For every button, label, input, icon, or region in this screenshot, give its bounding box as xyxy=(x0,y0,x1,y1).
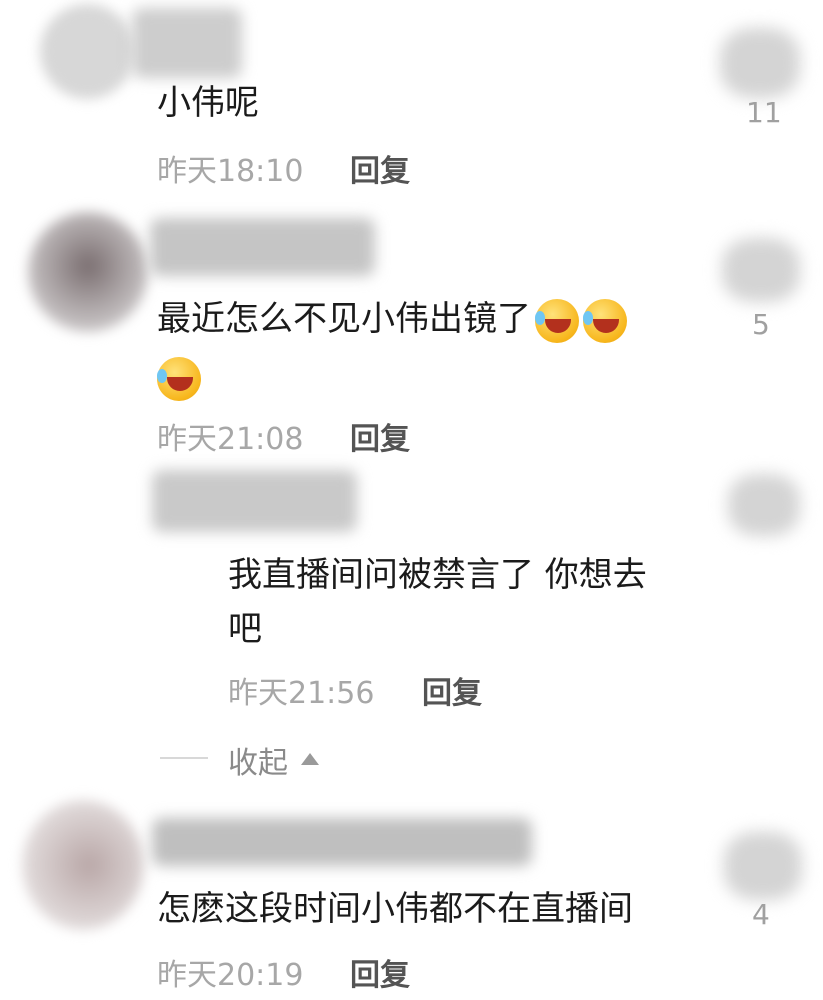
reply-button[interactable]: 回复 xyxy=(350,414,410,458)
reply-text-line2: 吧 xyxy=(228,609,262,649)
laugh-cry-emoji-icon xyxy=(583,298,627,343)
reply-time: 昨天21:56 xyxy=(228,676,375,711)
comment-time: 昨天20:19 xyxy=(157,958,304,993)
comment-time: 昨天21:08 xyxy=(157,422,304,457)
comment-text: 小伟呢 xyxy=(157,83,259,123)
like-count: 4 xyxy=(752,898,770,931)
like-icon[interactable] xyxy=(720,28,800,98)
avatar[interactable] xyxy=(28,212,148,332)
comment-text: 最近怎么不见小伟出镜了 xyxy=(157,290,627,406)
collapse-label[interactable]: 收起 xyxy=(228,738,288,782)
avatar[interactable] xyxy=(22,800,144,930)
username-blurred[interactable] xyxy=(132,8,242,78)
username-blurred[interactable] xyxy=(152,818,532,866)
reply-button[interactable]: 回复 xyxy=(350,146,410,190)
comment-text: 怎麽这段时间小伟都不在直播间 xyxy=(157,889,633,929)
username-blurred[interactable] xyxy=(152,470,357,532)
triangle-up-icon[interactable] xyxy=(300,752,320,766)
like-count: 5 xyxy=(752,308,770,341)
username-blurred[interactable] xyxy=(150,218,375,276)
like-icon[interactable] xyxy=(728,474,800,536)
comment-time: 昨天18:10 xyxy=(157,154,304,189)
like-icon[interactable] xyxy=(722,238,800,302)
laugh-cry-emoji-icon xyxy=(157,356,201,401)
like-count: 11 xyxy=(746,96,782,129)
comment-text-content: 最近怎么不见小伟出镜了 xyxy=(157,299,531,339)
reply-button[interactable]: 回复 xyxy=(422,668,482,712)
laugh-cry-emoji-icon xyxy=(535,298,579,343)
reply-button[interactable]: 回复 xyxy=(350,950,410,994)
reply-text-line1: 我直播间问被禁言了 你想去 xyxy=(228,555,647,595)
divider xyxy=(160,757,208,759)
like-icon[interactable] xyxy=(724,832,802,900)
avatar[interactable] xyxy=(40,4,135,99)
